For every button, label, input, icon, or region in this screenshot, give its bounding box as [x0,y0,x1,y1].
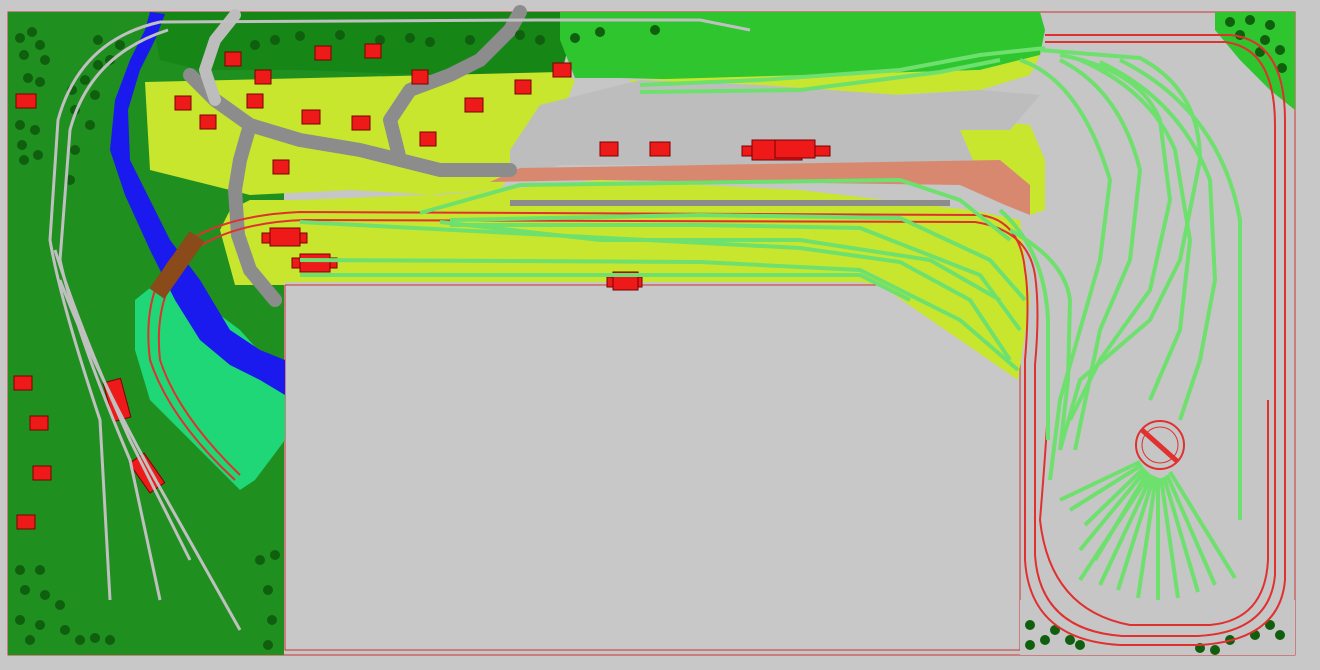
turntable[interactable] [1135,420,1185,470]
track-plan-canvas [0,0,1320,670]
